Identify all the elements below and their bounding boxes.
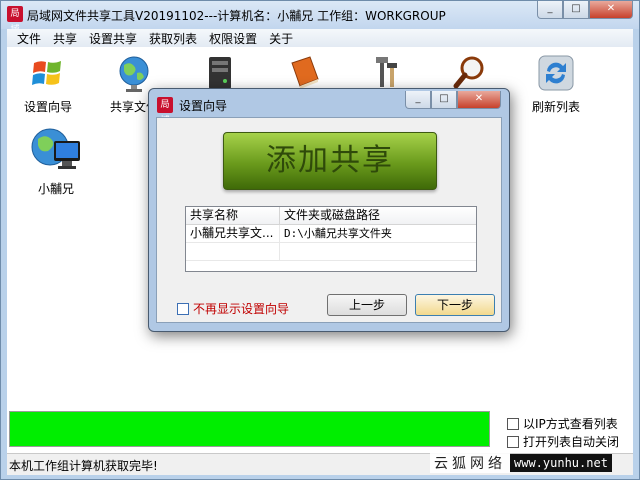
window-title: 局域网文件共享工具V20191102---计算机名：小黼兄 工作组：WORKGR… — [27, 9, 446, 23]
dialog-caption-buttons: _ □ ✕ — [405, 91, 501, 109]
toolbar-label: 刷新列表 — [531, 100, 580, 114]
server-icon — [209, 57, 231, 89]
share-name-cell: 小黼兄共享文... — [186, 225, 280, 242]
share-table: 共享名称 文件夹或磁盘路径 小黼兄共享文... D:\小黼兄共享文件夹 — [185, 206, 477, 272]
maximize-button[interactable]: □ — [563, 1, 589, 19]
table-row[interactable]: 小黼兄共享文... D:\小黼兄共享文件夹 — [186, 225, 476, 243]
view-by-ip-option[interactable]: 以IP方式查看列表 — [507, 415, 618, 432]
column-header-path[interactable]: 文件夹或磁盘路径 — [280, 207, 476, 224]
minimize-button[interactable]: _ — [537, 1, 563, 19]
dont-show-wizard-label: 不再显示设置向导 — [193, 302, 290, 316]
menu-file[interactable]: 文件 — [11, 30, 47, 47]
menu-permissions[interactable]: 权限设置 — [203, 30, 263, 47]
close-button[interactable]: ✕ — [589, 1, 633, 19]
dialog-app-icon: 局域 — [157, 97, 173, 126]
menu-share[interactable]: 共享 — [47, 30, 83, 47]
caption-buttons: _ □ ✕ — [537, 1, 633, 19]
progress-bar — [9, 411, 490, 447]
windows-logo-icon — [32, 61, 61, 85]
watermark: 云狐网络 www.yunhu.net — [430, 452, 640, 474]
view-by-ip-checkbox[interactable] — [507, 417, 519, 430]
auto-close-checkbox[interactable] — [507, 435, 519, 448]
book-icon — [291, 56, 319, 89]
setup-wizard-dialog: 局域 设置向导 _ □ ✕ 添加共享 共享名称 文件夹或磁盘路径 小黼兄共享文.… — [148, 88, 510, 332]
watermark-url: www.yunhu.net — [510, 454, 612, 472]
dialog-maximize-button[interactable]: □ — [431, 91, 457, 109]
globe-icon — [119, 56, 149, 92]
magnifier-icon — [453, 56, 484, 89]
add-share-button[interactable]: 添加共享 — [223, 132, 437, 190]
dialog-close-button[interactable]: ✕ — [457, 91, 501, 109]
dialog-title-bar[interactable]: 局域 设置向导 — [157, 95, 228, 126]
menu-about[interactable]: 关于 — [263, 30, 299, 47]
network-computer-icon — [31, 128, 80, 169]
toolbar-refresh-button[interactable]: 刷新列表 — [523, 51, 589, 115]
status-message: 本机工作组计算机获取完毕! — [9, 459, 158, 473]
toolbar-label: 设置向导 — [23, 100, 72, 114]
menu-bar: 文件 共享 设置共享 获取列表 权限设置 关于 — [7, 29, 633, 47]
dont-show-wizard-checkbox[interactable] — [177, 302, 189, 315]
share-path-cell: D:\小黼兄共享文件夹 — [284, 227, 392, 240]
dialog-minimize-button[interactable]: _ — [405, 91, 431, 109]
refresh-icon — [538, 55, 574, 91]
watermark-text: 云狐网络 — [430, 453, 510, 473]
dialog-title: 设置向导 — [179, 98, 228, 113]
column-header-share-name[interactable]: 共享名称 — [186, 207, 280, 224]
auto-close-option[interactable]: 打开列表自动关闭 — [507, 433, 619, 450]
share-table-header: 共享名称 文件夹或磁盘路径 — [186, 207, 476, 225]
empty-table-row — [186, 243, 476, 261]
menu-get-list[interactable]: 获取列表 — [143, 30, 203, 47]
dialog-body: 添加共享 共享名称 文件夹或磁盘路径 小黼兄共享文... D:\小黼兄共享文件夹… — [156, 117, 502, 323]
app-icon: 局域 — [7, 6, 23, 35]
title-bar[interactable]: 局域 局域网文件共享工具V20191102---计算机名：小黼兄 工作组：WOR… — [1, 1, 639, 35]
computer-name: 小黼兄 — [37, 182, 74, 196]
dont-show-wizard-option[interactable]: 不再显示设置向导 — [177, 300, 289, 317]
previous-button[interactable]: 上一步 — [327, 294, 407, 316]
next-button[interactable]: 下一步 — [415, 294, 495, 316]
option-label: 打开列表自动关闭 — [523, 435, 620, 449]
toolbar-wizard-button[interactable]: 设置向导 — [15, 51, 81, 115]
tools-icon — [376, 57, 397, 87]
option-label: 以IP方式查看列表 — [523, 417, 618, 431]
menu-share-settings[interactable]: 设置共享 — [83, 30, 143, 47]
computer-item[interactable]: 小黼兄 — [21, 125, 91, 197]
